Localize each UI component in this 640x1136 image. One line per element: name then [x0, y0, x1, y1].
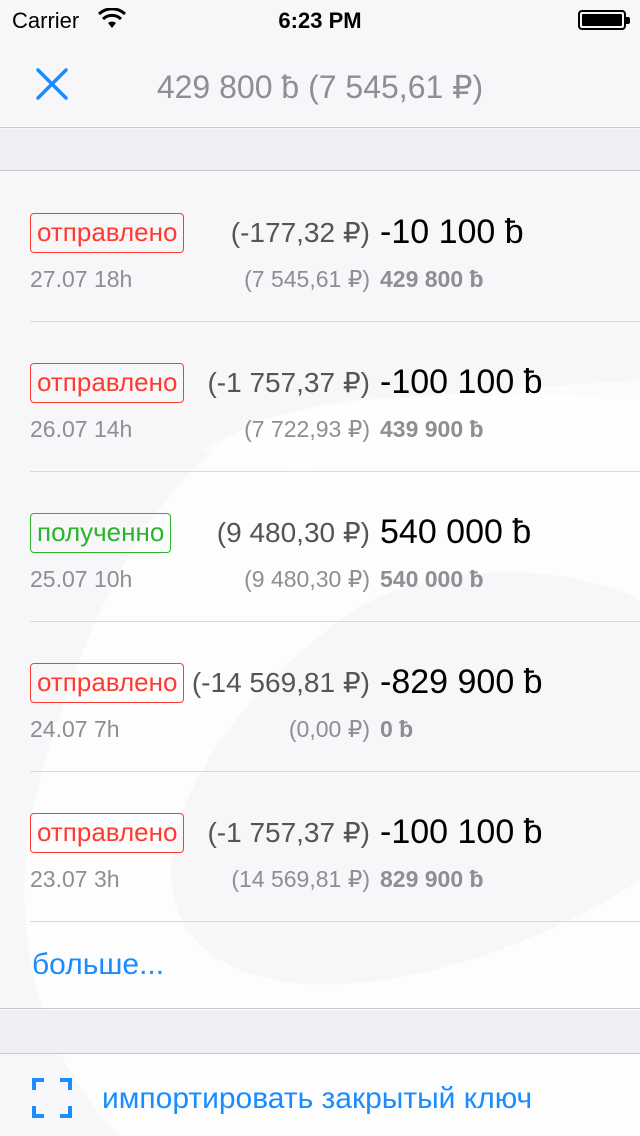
- status-badge: отправлено: [30, 663, 185, 703]
- transaction-amount: -100 100 ƀ: [380, 363, 543, 401]
- transaction-amount: -100 100 ƀ: [380, 813, 543, 851]
- more-link[interactable]: больше...: [32, 948, 164, 982]
- battery-icon: [578, 10, 630, 30]
- clock: 6:23 PM: [278, 8, 362, 33]
- transaction-date: 24.07 7h: [30, 716, 120, 742]
- transaction-date: 25.07 10h: [30, 566, 133, 592]
- balance-fiat: (0,00 ₽): [288, 716, 370, 742]
- import-label: импортировать закрытый ключ: [102, 1082, 533, 1115]
- transaction-list: отправлено (-177,32 ₽) -10 100 ƀ 27.07 1…: [0, 172, 640, 1009]
- fiat-amount: (-1 757,37 ₽): [207, 367, 370, 398]
- balance-amount: 829 900 ƀ: [380, 866, 484, 892]
- navigation-bar: 429 800 ƀ (7 545,61 ₽): [0, 40, 640, 128]
- section-separator: [0, 129, 640, 171]
- transaction-date: 27.07 18h: [30, 266, 133, 292]
- wallet-balance-title: 429 800 ƀ (7 545,61 ₽): [156, 69, 484, 105]
- import-private-key-button[interactable]: импортировать закрытый ключ: [0, 1055, 640, 1136]
- transaction-amount: -10 100 ƀ: [380, 213, 524, 251]
- more-row: больше...: [0, 922, 640, 1009]
- balance-fiat: (9 480,30 ₽): [244, 566, 370, 592]
- transaction-row[interactable]: отправлено (-1 757,37 ₽) -100 100 ƀ 26.0…: [0, 322, 640, 472]
- balance-fiat: (14 569,81 ₽): [231, 866, 370, 892]
- balance-amount: 0 ƀ: [380, 716, 414, 742]
- fiat-amount: (-1 757,37 ₽): [207, 817, 370, 848]
- balance-amount: 540 000 ƀ: [380, 566, 484, 592]
- balance-amount: 429 800 ƀ: [380, 266, 484, 292]
- transaction-row[interactable]: отправлено (-177,32 ₽) -10 100 ƀ 27.07 1…: [0, 172, 640, 322]
- transaction-date: 26.07 14h: [30, 416, 133, 442]
- fiat-amount: (-14 569,81 ₽): [191, 667, 370, 698]
- status-badge: отправлено: [30, 363, 185, 403]
- balance-amount: 439 900 ƀ: [380, 416, 484, 442]
- transaction-row[interactable]: отправлено (-14 569,81 ₽) -829 900 ƀ 24.…: [0, 622, 640, 772]
- transaction-row[interactable]: отправлено (-1 757,37 ₽) -100 100 ƀ 23.0…: [0, 772, 640, 922]
- status-bar: Carrier 6:23 PM: [0, 0, 640, 40]
- transaction-amount: 540 000 ƀ: [380, 513, 532, 551]
- transaction-amount: -829 900 ƀ: [380, 663, 543, 701]
- transaction-date: 23.07 3h: [30, 866, 120, 892]
- status-badge: отправлено: [30, 213, 185, 253]
- fiat-amount: (-177,32 ₽): [230, 217, 370, 248]
- status-badge: отправлено: [30, 813, 185, 853]
- fiat-amount: (9 480,30 ₽): [216, 517, 370, 548]
- transaction-row[interactable]: полученно (9 480,30 ₽) 540 000 ƀ 25.07 1…: [0, 472, 640, 622]
- status-badge: полученно: [30, 513, 172, 553]
- scan-icon: [32, 1078, 72, 1118]
- balance-fiat: (7 545,61 ₽): [244, 266, 370, 292]
- balance-fiat: (7 722,93 ₽): [244, 416, 370, 442]
- section-separator: [0, 1010, 640, 1054]
